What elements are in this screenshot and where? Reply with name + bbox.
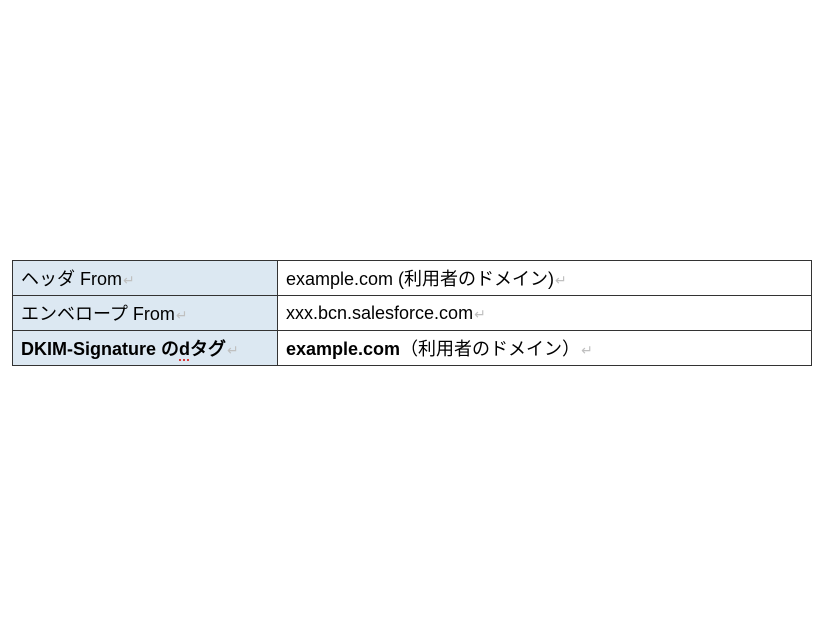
email-domain-table: ヘッダ From↵ example.com (利用者のドメイン)↵ エンベロープ… (12, 260, 812, 366)
table-row: ヘッダ From↵ example.com (利用者のドメイン)↵ (13, 261, 812, 296)
row-label: DKIM-Signature のdタグ↵ (13, 331, 278, 366)
label-text: ヘッダ From (21, 269, 122, 289)
label-text: エンベロープ From (21, 304, 175, 324)
table: ヘッダ From↵ example.com (利用者のドメイン)↵ エンベロープ… (12, 260, 812, 366)
return-icon: ↵ (555, 272, 567, 288)
return-icon: ↵ (474, 306, 486, 322)
value-main: example.com (286, 339, 400, 359)
return-icon: ↵ (581, 342, 593, 358)
return-icon: ↵ (227, 342, 239, 358)
label-underlined: d (179, 339, 190, 360)
value-main: example.com (286, 269, 393, 289)
return-icon: ↵ (123, 272, 135, 288)
value-main: xxx.bcn.salesforce.com (286, 303, 473, 323)
value-extra: (利用者のドメイン) (393, 269, 554, 289)
table-row: DKIM-Signature のdタグ↵ example.com（利用者のドメイ… (13, 331, 812, 366)
row-value: example.com (利用者のドメイン)↵ (278, 261, 812, 296)
label-prefix: DKIM-Signature の (21, 339, 179, 359)
row-label: エンベロープ From↵ (13, 296, 278, 331)
row-value: xxx.bcn.salesforce.com↵ (278, 296, 812, 331)
return-icon: ↵ (176, 307, 188, 323)
label-suffix: タグ (190, 339, 226, 359)
row-label: ヘッダ From↵ (13, 261, 278, 296)
table-row: エンベロープ From↵ xxx.bcn.salesforce.com↵ (13, 296, 812, 331)
row-value: example.com（利用者のドメイン）↵ (278, 331, 812, 366)
value-extra: （利用者のドメイン） (400, 339, 580, 359)
